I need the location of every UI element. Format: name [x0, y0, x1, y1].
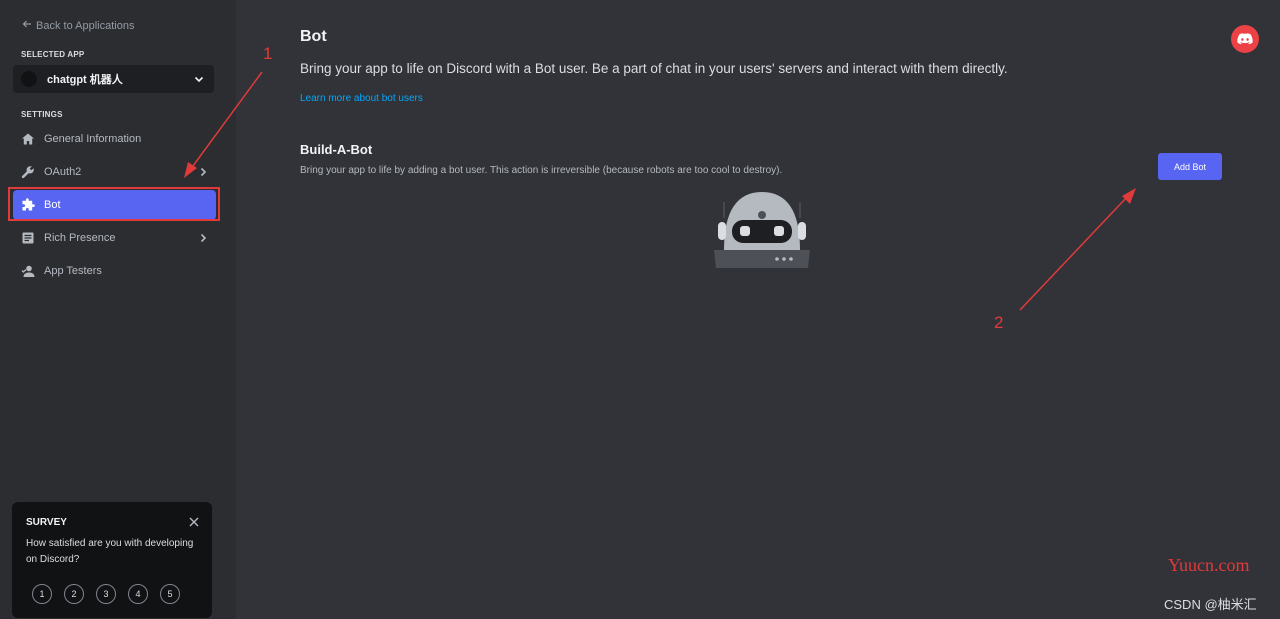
sidebar-item-bot[interactable]: Bot	[13, 190, 216, 220]
discord-logo-icon[interactable]	[1231, 25, 1259, 53]
build-a-bot-description: Bring your app to life by adding a bot u…	[300, 165, 783, 176]
sidebar-item-label: OAuth2	[44, 166, 82, 178]
close-icon[interactable]	[188, 516, 200, 528]
site-watermark: Yuucn.com	[1168, 555, 1250, 575]
sidebar-item-general-information[interactable]: General Information	[13, 124, 216, 154]
selected-app-label: SELECTED APP	[21, 50, 85, 59]
sidebar-item-app-testers[interactable]: App Testers	[13, 256, 216, 286]
survey-panel: SURVEY How satisfied are you with develo…	[12, 502, 212, 618]
sidebar-item-label: Bot	[44, 199, 61, 211]
sidebar-item-label: General Information	[44, 133, 142, 145]
back-label: Back to Applications	[36, 19, 135, 32]
sidebar: Back to Applications SELECTED APP chatgp…	[0, 0, 236, 619]
document-icon	[20, 230, 36, 246]
build-a-bot-title: Build-A-Bot	[300, 142, 373, 157]
settings-label: SETTINGS	[21, 110, 63, 119]
rating-button-3[interactable]: 3	[96, 584, 116, 604]
rating-button-1[interactable]: 1	[32, 584, 52, 604]
app-name: chatgpt 机器人	[47, 74, 123, 86]
sidebar-item-rich-presence[interactable]: Rich Presence	[13, 223, 216, 253]
add-bot-button[interactable]: Add Bot	[1158, 153, 1222, 180]
sidebar-item-oauth2[interactable]: OAuth2	[13, 157, 216, 187]
survey-title: SURVEY	[26, 517, 67, 528]
rating-button-5[interactable]: 5	[160, 584, 180, 604]
sidebar-item-label: Rich Presence	[44, 232, 116, 244]
sidebar-item-label: App Testers	[44, 265, 102, 277]
wrench-icon	[20, 164, 36, 180]
learn-more-link[interactable]: Learn more about bot users	[300, 93, 423, 104]
rating-button-4[interactable]: 4	[128, 584, 148, 604]
back-to-applications-link[interactable]: Back to Applications	[22, 19, 134, 32]
chevron-right-icon	[200, 233, 207, 243]
page-title: Bot	[300, 28, 327, 45]
rating-button-2[interactable]: 2	[64, 584, 84, 604]
user-icon	[20, 263, 36, 279]
chevron-right-icon	[200, 167, 207, 177]
survey-question: How satisfied are you with developing on…	[26, 538, 194, 565]
csdn-watermark: CSDN @柚米汇	[1164, 597, 1257, 612]
chevron-down-icon	[194, 76, 204, 83]
home-icon	[20, 131, 36, 147]
survey-ratings: 1 2 3 4 5	[32, 584, 180, 604]
puzzle-icon	[20, 197, 36, 213]
annotation-marker-1: 1	[263, 44, 273, 63]
app-avatar	[21, 71, 37, 87]
arrow-left-icon	[22, 19, 32, 32]
page-description: Bring your app to life on Discord with a…	[300, 61, 1008, 76]
robot-illustration	[714, 192, 810, 268]
annotation-marker-2: 2	[994, 313, 1004, 332]
app-selector[interactable]: chatgpt 机器人	[13, 65, 214, 93]
